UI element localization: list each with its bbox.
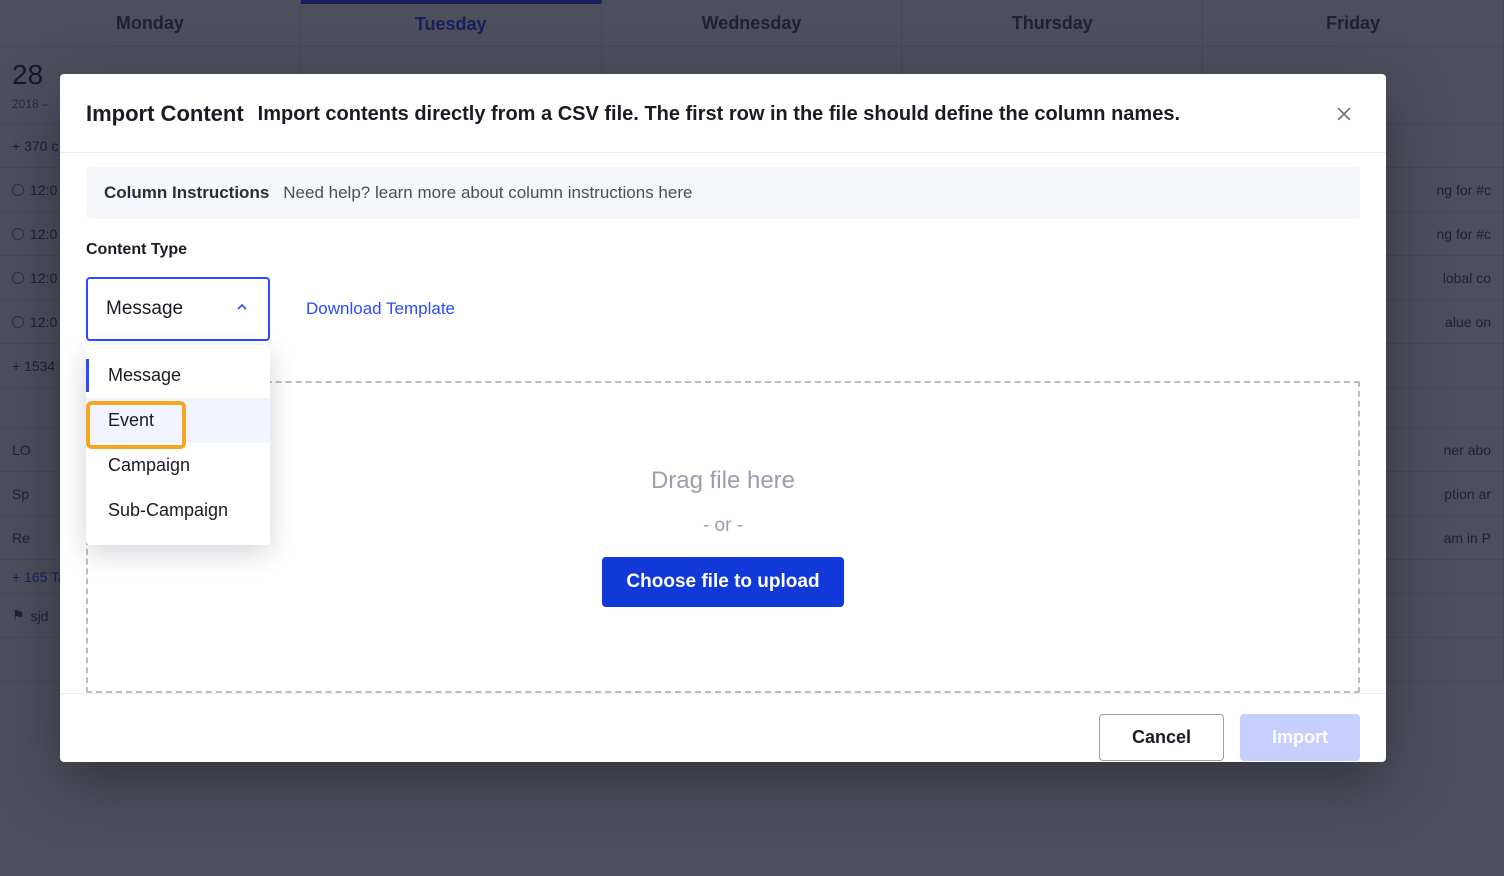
- column-instructions-lead: Column Instructions: [104, 183, 269, 203]
- choose-file-button[interactable]: Choose file to upload: [602, 557, 843, 607]
- content-type-label: Content Type: [86, 241, 1360, 259]
- column-instructions-text: Need help? learn more about column instr…: [283, 183, 692, 203]
- cancel-button[interactable]: Cancel: [1099, 714, 1224, 761]
- option-event[interactable]: Event: [86, 398, 270, 443]
- column-instructions-bar[interactable]: Column Instructions Need help? learn mor…: [86, 167, 1360, 219]
- dropzone-or: - or -: [703, 515, 743, 537]
- import-content-modal: Import Content Import contents directly …: [60, 74, 1386, 762]
- close-icon: [1334, 104, 1354, 124]
- chevron-up-icon: [234, 299, 250, 320]
- modal-header: Import Content Import contents directly …: [60, 74, 1386, 153]
- dropzone-text: Drag file here: [651, 467, 795, 495]
- import-button[interactable]: Import: [1240, 714, 1360, 761]
- option-campaign[interactable]: Campaign: [86, 443, 270, 488]
- close-button[interactable]: [1330, 100, 1358, 128]
- download-template-link[interactable]: Download Template: [306, 299, 455, 319]
- modal-title: Import Content: [86, 101, 244, 127]
- content-type-value: Message: [106, 298, 183, 320]
- option-sub-campaign[interactable]: Sub-Campaign: [86, 488, 270, 533]
- modal-footer: Cancel Import: [60, 693, 1386, 785]
- content-type-dropdown: Message Event Campaign Sub-Campaign: [86, 345, 270, 545]
- content-type-select[interactable]: Message: [86, 277, 270, 341]
- option-message[interactable]: Message: [86, 353, 270, 398]
- file-dropzone[interactable]: Drag file here - or - Choose file to upl…: [86, 381, 1360, 693]
- modal-subtitle: Import contents directly from a CSV file…: [258, 103, 1330, 126]
